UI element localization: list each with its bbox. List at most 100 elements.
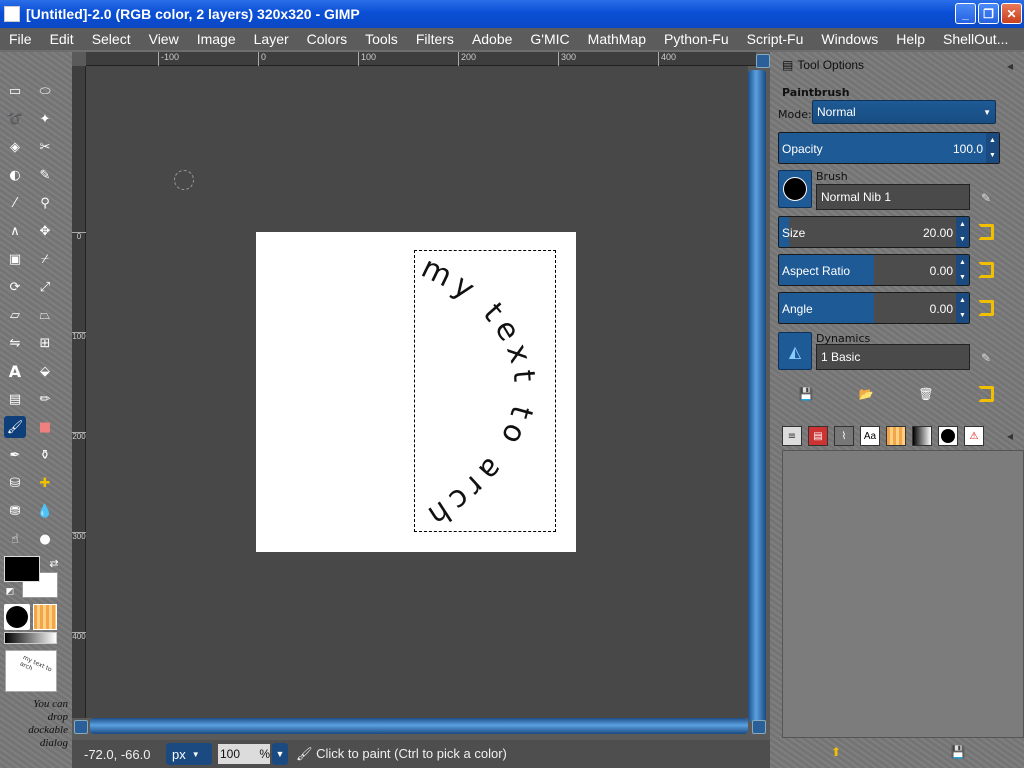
menu-edit[interactable]: Edit <box>41 31 83 47</box>
dodge-burn-icon[interactable]: ● <box>34 528 56 550</box>
zoom-icon[interactable]: ⚲ <box>34 192 56 214</box>
brushes-tab-icon[interactable] <box>938 426 958 446</box>
menu-file[interactable]: File <box>0 31 41 47</box>
menu-windows[interactable]: Windows <box>812 31 887 47</box>
menu-colors[interactable]: Colors <box>298 31 356 47</box>
pencil-icon[interactable]: ✏ <box>34 388 56 410</box>
menu-layer[interactable]: Layer <box>245 31 298 47</box>
size-slider[interactable]: Size 20.00 ▲ ▼ <box>778 216 970 248</box>
bucket-fill-icon[interactable]: ⬙ <box>34 360 56 382</box>
save-item-icon[interactable]: 💾 <box>950 744 966 760</box>
add-item-icon[interactable]: ⬆ <box>828 744 844 760</box>
vertical-scrollbar[interactable] <box>748 70 766 722</box>
measure-icon[interactable]: ∧ <box>4 220 26 242</box>
default-colors-icon[interactable]: ◩ <box>2 584 18 600</box>
edit-dynamics-icon[interactable]: ✎ <box>978 350 994 366</box>
perspective-clone-icon[interactable]: ⛃ <box>4 500 26 522</box>
menu-script-fu[interactable]: Script-Fu <box>738 31 813 47</box>
rotate-icon[interactable]: ⟳ <box>4 276 26 298</box>
brush-preview[interactable] <box>4 604 30 630</box>
move-icon[interactable]: ✥ <box>34 220 56 242</box>
close-button[interactable]: ✕ <box>1001 3 1022 24</box>
minimize-button[interactable]: _ <box>955 3 976 24</box>
zoom-fit-icon[interactable] <box>752 720 766 734</box>
aspect-spin-arrows[interactable]: ▲ ▼ <box>956 255 969 285</box>
navigate-icon[interactable] <box>74 720 88 734</box>
menu-help[interactable]: Help <box>887 31 934 47</box>
maximize-button[interactable]: ❐ <box>978 3 999 24</box>
brush-name-field[interactable]: Normal Nib 1 <box>816 184 970 210</box>
paths-icon[interactable]: ✎ <box>34 164 56 186</box>
align-icon[interactable]: ▣ <box>4 248 26 270</box>
aspect-ratio-slider[interactable]: Aspect Ratio 0.00 ▲ ▼ <box>778 254 970 286</box>
menu-select[interactable]: Select <box>83 31 140 47</box>
blur-icon[interactable]: 💧 <box>34 500 56 522</box>
opacity-spin-arrows[interactable]: ▲ ▼ <box>986 133 999 163</box>
menu-adobe[interactable]: Adobe <box>463 31 521 47</box>
heal-icon[interactable]: ✚ <box>34 472 56 494</box>
foreground-select-icon[interactable]: ◐ <box>4 164 26 186</box>
clone-icon[interactable]: ⛁ <box>4 472 26 494</box>
patterns-tab-icon[interactable] <box>886 426 906 446</box>
restore-options-icon[interactable]: 📂 <box>858 386 874 402</box>
horizontal-scrollbar[interactable] <box>90 718 748 734</box>
dynamics-name-field[interactable]: 1 Basic <box>816 344 970 370</box>
blend-icon[interactable]: ▤ <box>4 388 26 410</box>
save-options-icon[interactable]: 💾 <box>798 386 814 402</box>
crop-icon[interactable]: ⌿ <box>34 248 56 270</box>
active-image-thumbnail[interactable]: my text to arch <box>5 650 57 692</box>
error-console-tab-icon[interactable]: ⚠ <box>964 426 984 446</box>
paths-tab-icon[interactable]: ⌇ <box>834 426 854 446</box>
zoom-value[interactable]: 100 <box>220 747 240 761</box>
quick-mask-icon[interactable] <box>756 54 770 68</box>
dynamics-chooser-button[interactable]: ◭ <box>778 332 812 370</box>
eraser-icon[interactable]: ■ <box>34 416 56 438</box>
menu-filters[interactable]: Filters <box>407 31 463 47</box>
smudge-icon[interactable]: ☝ <box>4 528 26 550</box>
fonts-tab-icon[interactable]: Aa <box>860 426 880 446</box>
rect-select-icon[interactable]: ▭ <box>4 80 26 102</box>
menu-tools[interactable]: Tools <box>356 31 407 47</box>
size-spin-arrows[interactable]: ▲ ▼ <box>956 217 969 247</box>
gradients-tab-icon[interactable] <box>912 426 932 446</box>
channels-tab-icon[interactable]: ▤ <box>808 426 828 446</box>
swap-colors-icon[interactable]: ⇄ <box>46 555 62 571</box>
dock-menu-icon[interactable]: ◂ <box>1002 58 1018 74</box>
scissors-icon[interactable]: ✂ <box>34 136 56 158</box>
text-tool-icon[interactable]: A <box>4 360 26 382</box>
delete-options-icon[interactable]: 🗑 <box>918 386 934 402</box>
cage-icon[interactable]: ⊞ <box>34 332 56 354</box>
perspective-icon[interactable]: ⏢ <box>34 304 56 326</box>
tool-options-tab[interactable]: ▤ Tool Options <box>782 58 864 72</box>
mode-select[interactable]: Normal ▼ <box>812 100 996 124</box>
vertical-ruler[interactable]: 0 100 200 300 400 <box>72 66 86 718</box>
unit-select[interactable]: px ▼ <box>166 743 212 765</box>
angle-slider[interactable]: Angle 0.00 ▲ ▼ <box>778 292 970 324</box>
edit-brush-icon[interactable]: ✎ <box>978 190 994 206</box>
layers-tab-icon[interactable]: ≡ <box>782 426 802 446</box>
ink-icon[interactable]: ⚱ <box>34 444 56 466</box>
menu-python-fu[interactable]: Python-Fu <box>655 31 738 47</box>
reset-options-icon[interactable] <box>978 386 994 402</box>
canvas-viewport[interactable]: my text to arch <box>86 66 748 718</box>
image-canvas[interactable]: my text to arch <box>256 232 576 552</box>
pattern-preview[interactable] <box>33 604 57 630</box>
brush-chooser-button[interactable] <box>778 170 812 208</box>
reset-aspect-icon[interactable] <box>978 262 994 278</box>
color-picker-icon[interactable]: ⁄ <box>4 192 26 214</box>
chevron-down-icon[interactable]: ▼ <box>272 743 288 765</box>
paintbrush-icon[interactable]: 🖌 <box>4 416 26 438</box>
flip-icon[interactable]: ⇋ <box>4 332 26 354</box>
color-select-icon[interactable]: ◈ <box>4 136 26 158</box>
menu-mathmap[interactable]: MathMap <box>579 31 655 47</box>
scale-icon[interactable]: ⤢ <box>34 276 56 298</box>
horizontal-ruler[interactable]: -100 0 100 200 300 400 <box>86 52 756 66</box>
reset-angle-icon[interactable] <box>978 300 994 316</box>
menu-view[interactable]: View <box>140 31 188 47</box>
opacity-slider[interactable]: Opacity 100.0 ▲ ▼ <box>778 132 1000 164</box>
lasso-icon[interactable]: ➰ <box>4 108 26 130</box>
fuzzy-select-icon[interactable]: ✦ <box>34 108 56 130</box>
menu-shellout[interactable]: ShellOut... <box>934 31 1017 47</box>
angle-spin-arrows[interactable]: ▲ ▼ <box>956 293 969 323</box>
zoom-select[interactable]: 100 % <box>218 744 270 764</box>
